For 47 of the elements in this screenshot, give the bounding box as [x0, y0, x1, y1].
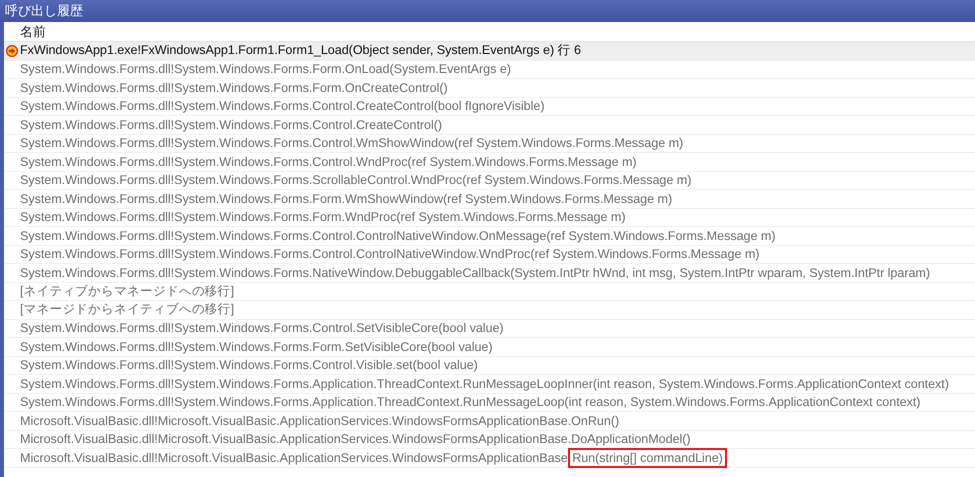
stack-frame-text: System.Windows.Forms.dll!System.Windows.Forms.Form.WmShowWindow(ref System.Windows.Forms.Message m) — [20, 192, 672, 206]
stack-frame-row[interactable]: System.Windows.Forms.dll!System.Windows.Forms.Control.ControlNativeWindow.WndProc(ref System.Windows.Forms.Message m) — [4, 246, 975, 264]
stack-frame-row[interactable]: Microsoft.VisualBasic.dll!Microsoft.VisualBasic.ApplicationServices.WindowsFormsApplicationBase.DoApplicationModel() — [4, 430, 975, 449]
stack-frame-text: System.Windows.Forms.dll!System.Windows.Forms.Application.ThreadContext.RunMessageLoopInner(int reason, System.Windows.Forms.ApplicationContext context) — [20, 376, 949, 391]
stack-frame-text: System.Windows.Forms.dll!System.Windows.Forms.Control.ControlNativeWindow.OnMessage(ref System.Windows.Forms.Message m) — [20, 228, 776, 243]
current-arrow-icon — [6, 44, 18, 57]
stack-frame-text: System.Windows.Forms.dll!System.Windows.Forms.Control.WndProc(ref System.Windows.Forms.Message m) — [20, 154, 637, 169]
stack-frame-text: System.Windows.Forms.dll!System.Windows.Forms.Control.WmShowWindow(ref System.Windows.Forms.Message m) — [20, 136, 684, 150]
stack-frame-row[interactable]: Microsoft.VisualBasic.dll!Microsoft.VisualBasic.ApplicationServices.WindowsFormsApplicationBase.OnRun() — [4, 412, 975, 430]
stack-frame-text: FxWindowsApp1.exe!FxWindowsApp1.Form1.Form1_Load(Object sender, System.EventArgs e) 行 6 — [20, 42, 581, 60]
stack-frame-text: System.Windows.Forms.dll!System.Windows.Forms.ScrollableControl.WndProc(ref System.Windows.Forms.Message m) — [20, 173, 692, 188]
stack-frame-text: System.Windows.Forms.dll!System.Windows.Forms.Control.Visible.set(bool value) — [20, 358, 478, 372]
stack-frame-row[interactable]: System.Windows.Forms.dll!System.Windows.Forms.Control.WndProc(ref System.Windows.Forms.Message m) — [4, 153, 975, 172]
stack-frame-row[interactable]: System.Windows.Forms.dll!System.Windows.Forms.Application.ThreadContext.RunMessageLoop(int reason, System.Windows.Forms.ApplicationContext context) — [4, 394, 975, 412]
stack-frame-row[interactable]: System.Windows.Forms.dll!System.Windows.Forms.Control.ControlNativeWindow.OnMessage(ref System.Windows.Forms.Message m) — [4, 227, 975, 246]
stack-frame-text: System.Windows.Forms.dll!System.Windows.Forms.Application.ThreadContext.RunMessageLoop(int reason, System.Windows.Forms.ApplicationContext context) — [20, 395, 920, 410]
stack-frame-row[interactable]: System.Windows.Forms.dll!System.Windows.Forms.Form.OnLoad(System.EventArgs e) — [4, 60, 975, 79]
stack-frame-row[interactable]: [ネイティブからマネージドへの移行] — [4, 282, 975, 301]
stack-frame-text: System.Windows.Forms.dll!System.Windows.Forms.Control.ControlNativeWindow.WndProc(ref System.Windows.Forms.Message m) — [20, 247, 760, 262]
stack-frame-text: System.Windows.Forms.dll!System.Windows.Forms.Form.SetVisibleCore(bool value) — [20, 340, 493, 354]
stack-frame-text: Microsoft.VisualBasic.dll!Microsoft.VisualBasic.ApplicationServices.WindowsFormsApplicationBase.DoApplicationModel() — [20, 432, 691, 446]
column-header[interactable]: 名前 — [20, 22, 46, 40]
stack-frame-text: [ネイティブからマネージドへの移行] — [20, 282, 234, 300]
stack-frame-row[interactable]: System.Windows.Forms.dll!System.Windows.Forms.Application.ThreadContext.RunMessageLoopInner(int reason, System.Windows.Forms.ApplicationContext context) — [4, 375, 975, 394]
current-frame-row[interactable]: FxWindowsApp1.exe!FxWindowsApp1.Form1.Form1_Load(Object sender, System.EventArgs e) 行 6 — [4, 42, 975, 60]
stack-frame-row[interactable]: System.Windows.Forms.dll!System.Windows.Forms.NativeWindow.DebuggableCallback(System.IntPtr hWnd, int msg, System.IntPtr wparam, System.IntPtr lparam) — [4, 264, 975, 282]
stack-frame-row[interactable]: [マネージドからネイティブへの移行] — [4, 301, 975, 320]
stack-frame-row[interactable]: System.Windows.Forms.dll!System.Windows.Forms.Control.WmShowWindow(ref System.Windows.Forms.Message m) — [4, 134, 975, 153]
stack-frame-text: System.Windows.Forms.dll!System.Windows.Forms.NativeWindow.DebuggableCallback(System.IntPtr hWnd, int msg, System.IntPtr wparam, System.IntPtr lparam) — [20, 266, 930, 280]
stack-frame-text: System.Windows.Forms.dll!System.Windows.Forms.Form.WndProc(ref System.Windows.Forms.Message m) — [20, 210, 626, 224]
stack-frame-row[interactable]: System.Windows.Forms.dll!System.Windows.Forms.Control.CreateControl() — [4, 116, 975, 134]
stack-frame-text: System.Windows.Forms.dll!System.Windows.Forms.Control.CreateControl(bool fIgnoreVisible) — [20, 99, 544, 114]
stack-frame-text: System.Windows.Forms.dll!System.Windows.Forms.Form.OnCreateControl() — [20, 80, 448, 95]
stack-frame-row[interactable]: System.Windows.Forms.dll!System.Windows.Forms.Form.WndProc(ref System.Windows.Forms.Message m) — [4, 208, 975, 227]
window-title: 呼び出し履歴 — [5, 2, 83, 20]
stack-frame-row[interactable]: System.Windows.Forms.dll!System.Windows.Forms.Form.OnCreateControl() — [4, 79, 975, 98]
stack-frame-row[interactable]: System.Windows.Forms.dll!System.Windows.Forms.Form.WmShowWindow(ref System.Windows.Forms.Message m) — [4, 190, 975, 208]
stack-frame-text: System.Windows.Forms.dll!System.Windows.Forms.Control.CreateControl() — [20, 118, 442, 132]
stack-frame-row[interactable]: System.Windows.Forms.dll!System.Windows.Forms.Control.CreateControl(bool fIgnoreVisible) — [4, 98, 975, 116]
stack-frame-row[interactable]: System.Windows.Forms.dll!System.Windows.Forms.Control.Visible.set(bool value) — [4, 356, 975, 375]
stack-frame-row[interactable]: System.Windows.Forms.dll!System.Windows.Forms.Control.SetVisibleCore(bool value) — [4, 320, 975, 338]
stack-frame-text: [マネージドからネイティブへの移行] — [20, 301, 234, 318]
stack-frame-row[interactable]: System.Windows.Forms.dll!System.Windows.Forms.Form.SetVisibleCore(bool value) — [4, 338, 975, 356]
stack-frame-text: System.Windows.Forms.dll!System.Windows.Forms.Control.SetVisibleCore(bool value) — [20, 321, 504, 336]
stack-frame-text: Microsoft.VisualBasic.dll!Microsoft.VisualBasic.ApplicationServices.WindowsFormsApplicationBase.OnRun() — [20, 414, 620, 428]
stack-frame-row[interactable]: System.Windows.Forms.dll!System.Windows.Forms.ScrollableControl.WndProc(ref System.Windows.Forms.Message m) — [4, 172, 975, 190]
stack-frame-text: System.Windows.Forms.dll!System.Windows.Forms.Form.OnLoad(System.EventArgs e) — [20, 62, 511, 76]
